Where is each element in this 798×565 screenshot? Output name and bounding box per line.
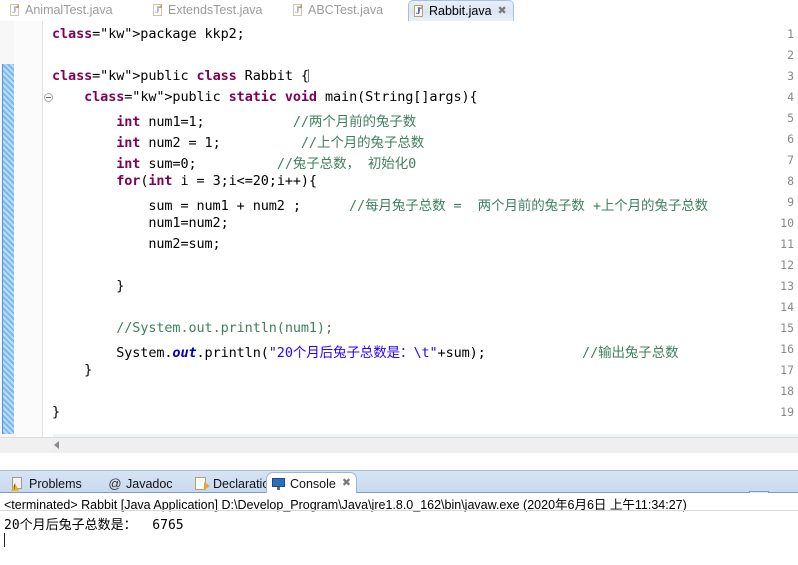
code-line-4: class="kw">public static void main(Strin… — [84, 89, 478, 105]
text-caret — [307, 69, 309, 82]
console-output-text: 20个月后兔子总数是： 6765 — [4, 518, 184, 533]
view-tab-bar: Problems @ Javadoc Declaration Console ✖… — [0, 470, 798, 509]
problems-icon — [11, 476, 25, 491]
line-number: 14 — [780, 300, 794, 314]
line-number: 16 — [780, 342, 794, 356]
line-number: 1 — [787, 27, 794, 41]
editor-tab-label: Rabbit.java — [429, 4, 492, 18]
close-icon[interactable]: ✖ — [498, 5, 507, 17]
editor-tab-animaltest[interactable]: J AnimalTest.java — [5, 0, 119, 20]
declaration-icon — [195, 476, 210, 491]
console-caret — [4, 533, 5, 547]
code-line-17: } — [52, 362, 93, 378]
tab-console[interactable]: Console ✖ — [266, 472, 358, 494]
tab-javadoc[interactable]: @ Javadoc — [103, 473, 178, 494]
line-number: 6 — [787, 132, 794, 146]
code-line-1: class="kw">package kkp2; — [52, 26, 245, 42]
editor-tab-label: ExtendsTest.java — [168, 3, 263, 17]
line-number: 11 — [780, 237, 794, 251]
code-line-3: class="kw">public class Rabbit { — [52, 68, 309, 84]
line-number: 19 — [780, 405, 794, 419]
code-line-7: int sum=0; //兔子总数， 初始化0 — [116, 156, 417, 172]
editor-tab-label: ABCTest.java — [308, 3, 384, 17]
code-editor[interactable]: 1 2 3 4 5 6 7 8 9 10 11 12 13 14 15 16 1… — [0, 21, 798, 453]
javadoc-icon: @ — [108, 475, 122, 491]
line-number: 3 — [787, 69, 794, 83]
line-number: 18 — [780, 384, 794, 398]
editor-tab-rabbit[interactable]: J Rabbit.java ✖ — [408, 0, 514, 21]
code-line-16: System.out.println("20个月后兔子总数是：\t"+sum);… — [52, 345, 679, 361]
view-tab-label: Console — [290, 476, 336, 491]
line-number: 9 — [787, 195, 794, 209]
bottom-view: Problems @ Javadoc Declaration Console ✖… — [0, 453, 798, 565]
scrollbar-track[interactable] — [52, 438, 798, 453]
java-file-icon: J — [153, 3, 164, 17]
code-line-15: //System.out.println(num1); — [116, 320, 333, 336]
line-number: 7 — [787, 153, 794, 167]
console-output-area[interactable]: <terminated> Rabbit [Java Application] D… — [0, 493, 798, 565]
bottom-view-gap — [0, 453, 798, 470]
code-line-19: } — [52, 404, 61, 420]
close-icon[interactable]: ✖ — [342, 478, 351, 489]
view-tab-label: Javadoc — [126, 476, 173, 491]
code-line-13: } — [52, 278, 125, 294]
code-line-8: for(int i = 3;i<=20;i++){ — [116, 173, 317, 189]
editor-tab-label: AnimalTest.java — [25, 3, 113, 17]
code-line-11: num2=sum; — [52, 236, 221, 252]
code-line-6: int num2 = 1; //上个月的兔子总数 — [116, 135, 425, 151]
editor-tab-extendstest[interactable]: J ExtendsTest.java — [148, 0, 269, 20]
java-file-icon: J — [414, 4, 425, 18]
line-number: 17 — [780, 363, 794, 377]
line-number: 10 — [780, 216, 794, 230]
java-file-icon: J — [10, 3, 21, 17]
console-icon — [272, 477, 286, 491]
line-number-column — [14, 21, 43, 453]
line-number: 5 — [787, 111, 794, 125]
line-number: 4 — [787, 90, 794, 104]
java-file-icon: J — [293, 3, 304, 17]
code-line-5: int num1=1; //两个月前的兔子数 — [116, 114, 417, 130]
line-number: 15 — [780, 321, 794, 335]
console-divider — [0, 510, 798, 511]
editor-horizontal-scrollbar[interactable] — [0, 437, 798, 453]
line-number: 2 — [787, 48, 794, 62]
view-tab-label: Problems — [29, 476, 82, 491]
tab-problems[interactable]: Problems — [6, 473, 87, 494]
code-line-9: sum = num1 + num2 ; //每月兔子总数 = 两个月前的兔子数 … — [52, 198, 709, 214]
code-line-10: num1=num2; — [52, 215, 229, 231]
line-number: 13 — [780, 279, 794, 293]
line-number: 8 — [787, 174, 794, 188]
line-number: 12 — [780, 258, 794, 272]
editor-tab-abctest[interactable]: J ABCTest.java — [288, 0, 389, 20]
editor-tab-bar: J AnimalTest.java J ExtendsTest.java J A… — [0, 0, 798, 22]
scroll-left-arrow-icon[interactable] — [54, 441, 59, 449]
